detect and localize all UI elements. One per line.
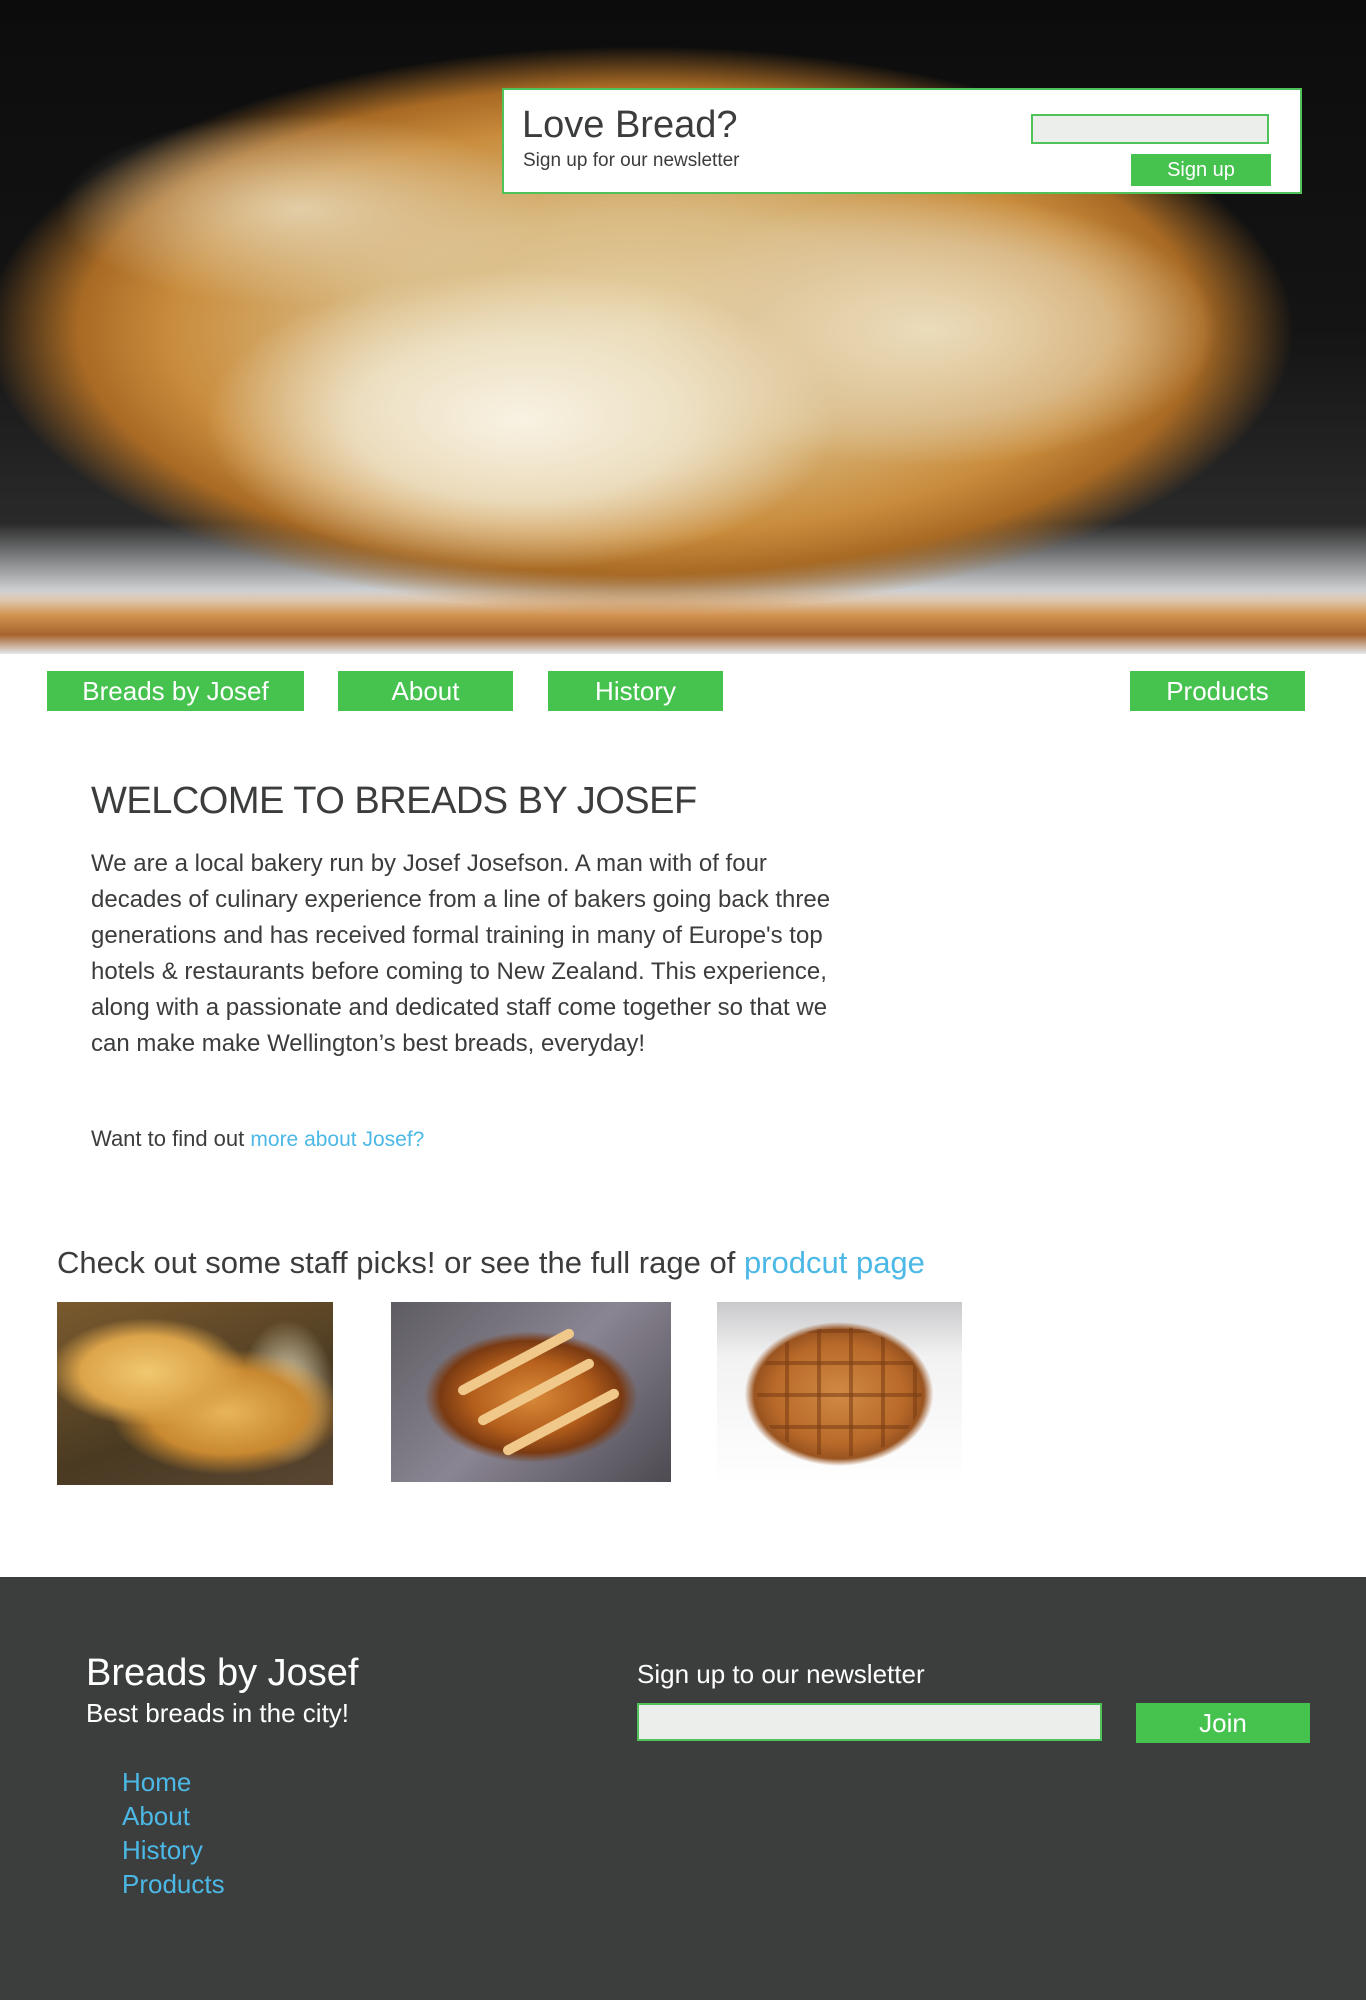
newsletter-email-input[interactable] — [1031, 114, 1269, 144]
footer-link-about[interactable]: About — [122, 1799, 225, 1833]
footer-nav: Home About History Products — [122, 1765, 225, 1901]
footer-newsletter-label: Sign up to our newsletter — [637, 1659, 925, 1689]
more-about-line: Want to find out more about Josef? — [91, 1126, 424, 1152]
hero-bread-image — [0, 590, 1366, 654]
nav-about[interactable]: About — [338, 671, 513, 711]
sign-up-button[interactable]: Sign up — [1131, 154, 1271, 186]
staff-pick-image-1[interactable] — [57, 1302, 333, 1485]
footer-link-history[interactable]: History — [122, 1833, 225, 1867]
footer-email-input[interactable] — [637, 1703, 1102, 1741]
footer-brand: Breads by Josef — [86, 1652, 359, 1694]
nav-history[interactable]: History — [548, 671, 723, 711]
footer-tagline: Best breads in the city! — [86, 1698, 350, 1728]
welcome-body: We are a local bakery run by Josef Josef… — [91, 846, 861, 1062]
staff-pick-image-2[interactable] — [391, 1302, 671, 1482]
join-button[interactable]: Join — [1136, 1703, 1310, 1743]
bread-crosshatch — [757, 1327, 922, 1457]
staff-picks-heading: Check out some staff picks! or see the f… — [57, 1245, 925, 1281]
staff-pick-image-3[interactable] — [717, 1302, 962, 1485]
footer-link-products[interactable]: Products — [122, 1867, 225, 1901]
welcome-paragraph: We are a local bakery run by Josef Josef… — [91, 850, 831, 1057]
picks-prefix: Check out some staff picks! or see the f… — [57, 1245, 744, 1280]
hero-banner: Love Bread? Sign up for our newsletter S… — [0, 0, 1366, 654]
nav-products[interactable]: Products — [1130, 671, 1305, 711]
newsletter-signup-box: Love Bread? Sign up for our newsletter S… — [502, 88, 1302, 194]
nav-breads-by-josef[interactable]: Breads by Josef — [47, 671, 304, 711]
bread-score — [456, 1327, 576, 1397]
more-prefix: Want to find out — [91, 1126, 251, 1151]
footer: Breads by Josef Best breads in the city!… — [0, 1577, 1366, 2000]
product-page-link[interactable]: prodcut page — [744, 1245, 925, 1280]
welcome-heading: WELCOME TO BREADS BY JOSEF — [91, 780, 697, 822]
signup-subtitle: Sign up for our newsletter — [523, 150, 740, 171]
more-about-josef-link[interactable]: more about Josef? — [250, 1128, 424, 1151]
footer-link-home[interactable]: Home — [122, 1765, 225, 1799]
signup-title: Love Bread? — [522, 104, 738, 146]
